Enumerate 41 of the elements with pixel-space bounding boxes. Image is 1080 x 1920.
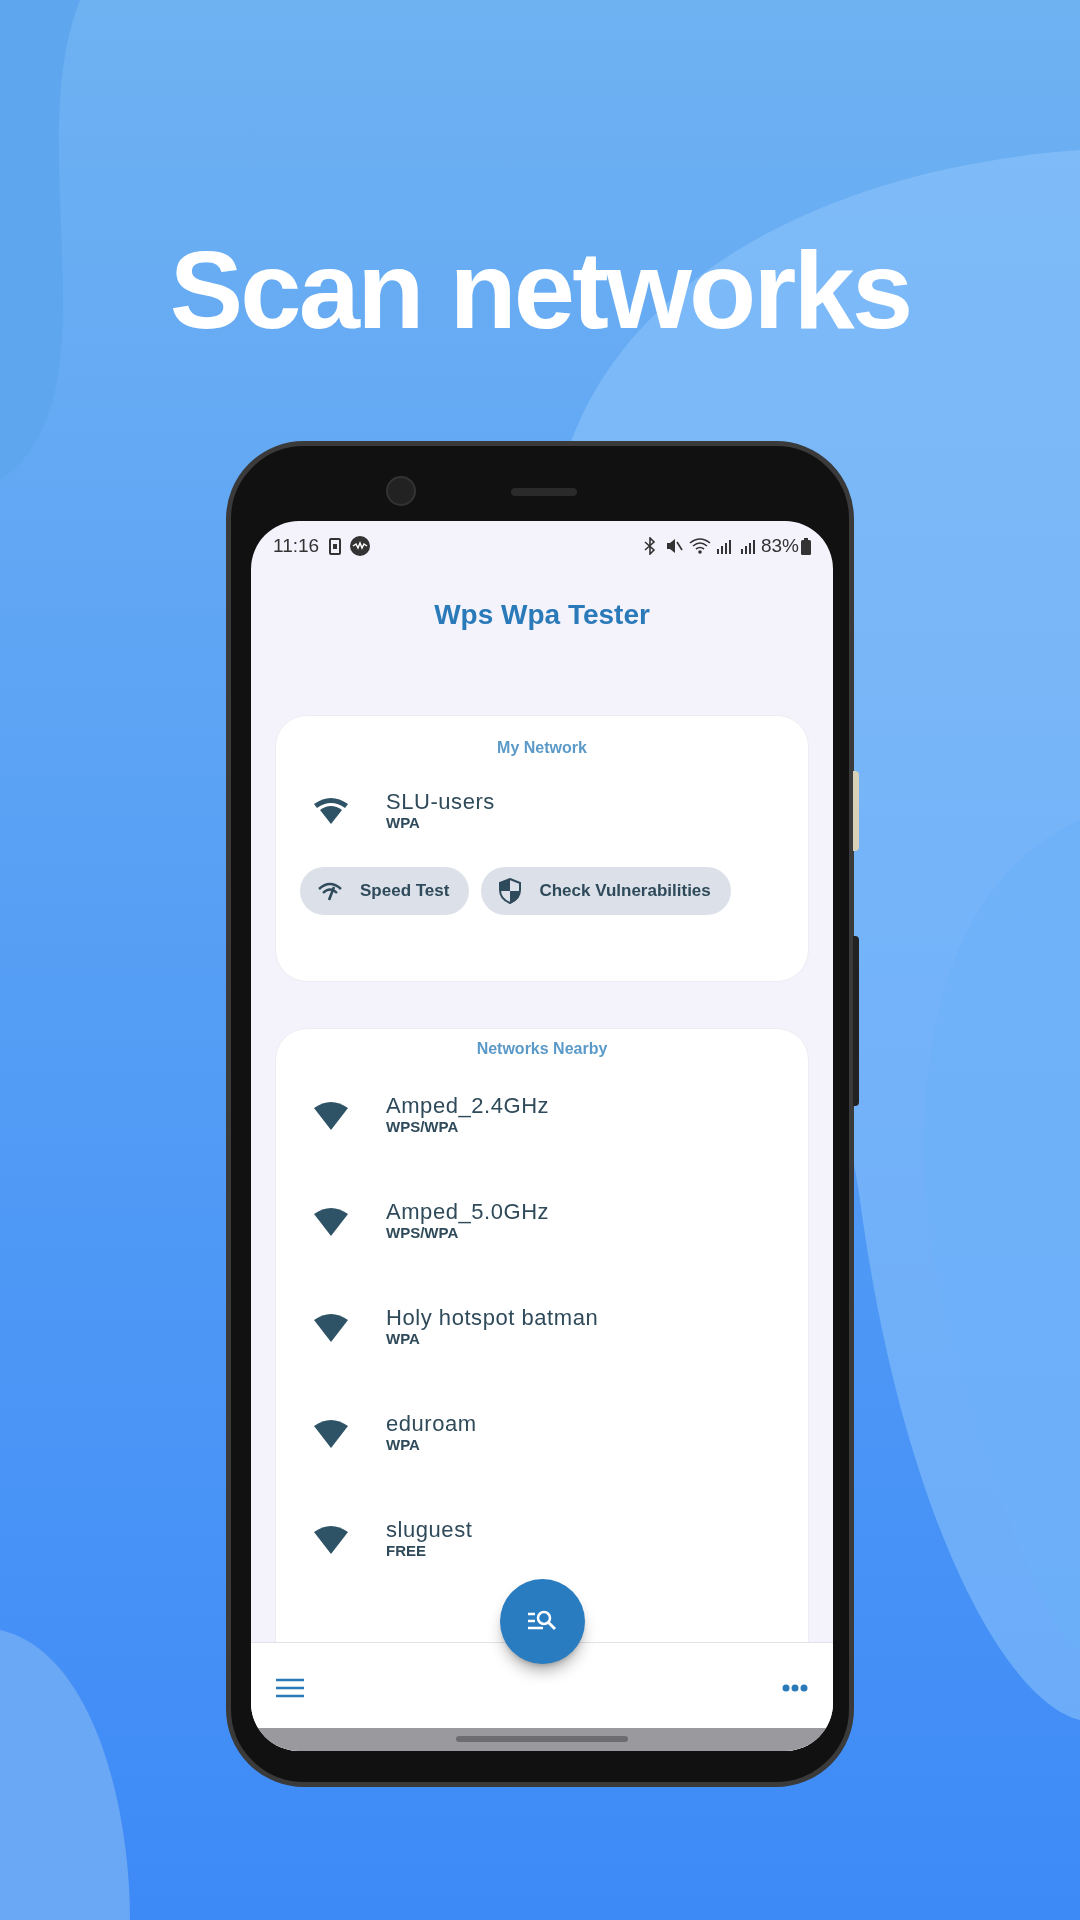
network-name[interactable]: Holy hotspot batman [386, 1306, 599, 1330]
menu-button[interactable] [275, 1677, 305, 1699]
battery-icon [801, 537, 811, 555]
wifi-signal-icon [313, 1206, 349, 1236]
status-time: 11:16 [273, 533, 320, 558]
app-title: Wps Wpa Tester [434, 597, 650, 632]
wifi-signal-icon [313, 1100, 349, 1130]
signal-icon [738, 537, 757, 555]
shield-icon [499, 878, 522, 904]
more-icon [782, 1684, 808, 1692]
section-header: My Network [497, 739, 587, 756]
camera-lens [386, 476, 416, 506]
security-type: WPA [386, 1330, 421, 1348]
section-header: Networks Nearby [476, 1040, 608, 1057]
check-vulnerabilities-button[interactable]: Check Vulnerabilities [481, 867, 731, 915]
security-type: FREE [386, 1542, 427, 1560]
wifi-signal-icon [313, 796, 349, 826]
speed-test-button[interactable]: Speed Test [300, 867, 470, 915]
wifi-signal-icon [313, 1524, 349, 1554]
signal-icon [714, 537, 733, 555]
network-name[interactable]: SLU-users [386, 790, 495, 814]
network-name[interactable]: Amped_2.4GHz [386, 1094, 550, 1118]
security-type: WPA [386, 814, 421, 832]
network-name[interactable]: Amped_5.0GHz [386, 1200, 550, 1224]
speed-icon [318, 881, 342, 901]
wifi-signal-icon [313, 1418, 349, 1448]
security-type: WPS/WPA [386, 1224, 460, 1242]
network-name[interactable]: eduroam [386, 1412, 477, 1436]
menu-icon [276, 1678, 304, 1698]
bluetooth-icon [642, 537, 657, 555]
wifi-icon [688, 537, 711, 555]
security-type: WPS/WPA [386, 1118, 460, 1136]
wave-icon [350, 536, 371, 556]
security-type: WPA [386, 1436, 421, 1454]
network-name[interactable]: sluguest [386, 1518, 473, 1542]
speaker-grille [511, 488, 577, 496]
mute-icon [664, 537, 683, 555]
battery-percent: 83% [760, 533, 799, 558]
headline: Scan networks [169, 235, 911, 345]
wifi-signal-icon [313, 1312, 349, 1342]
card-icon [329, 537, 342, 555]
